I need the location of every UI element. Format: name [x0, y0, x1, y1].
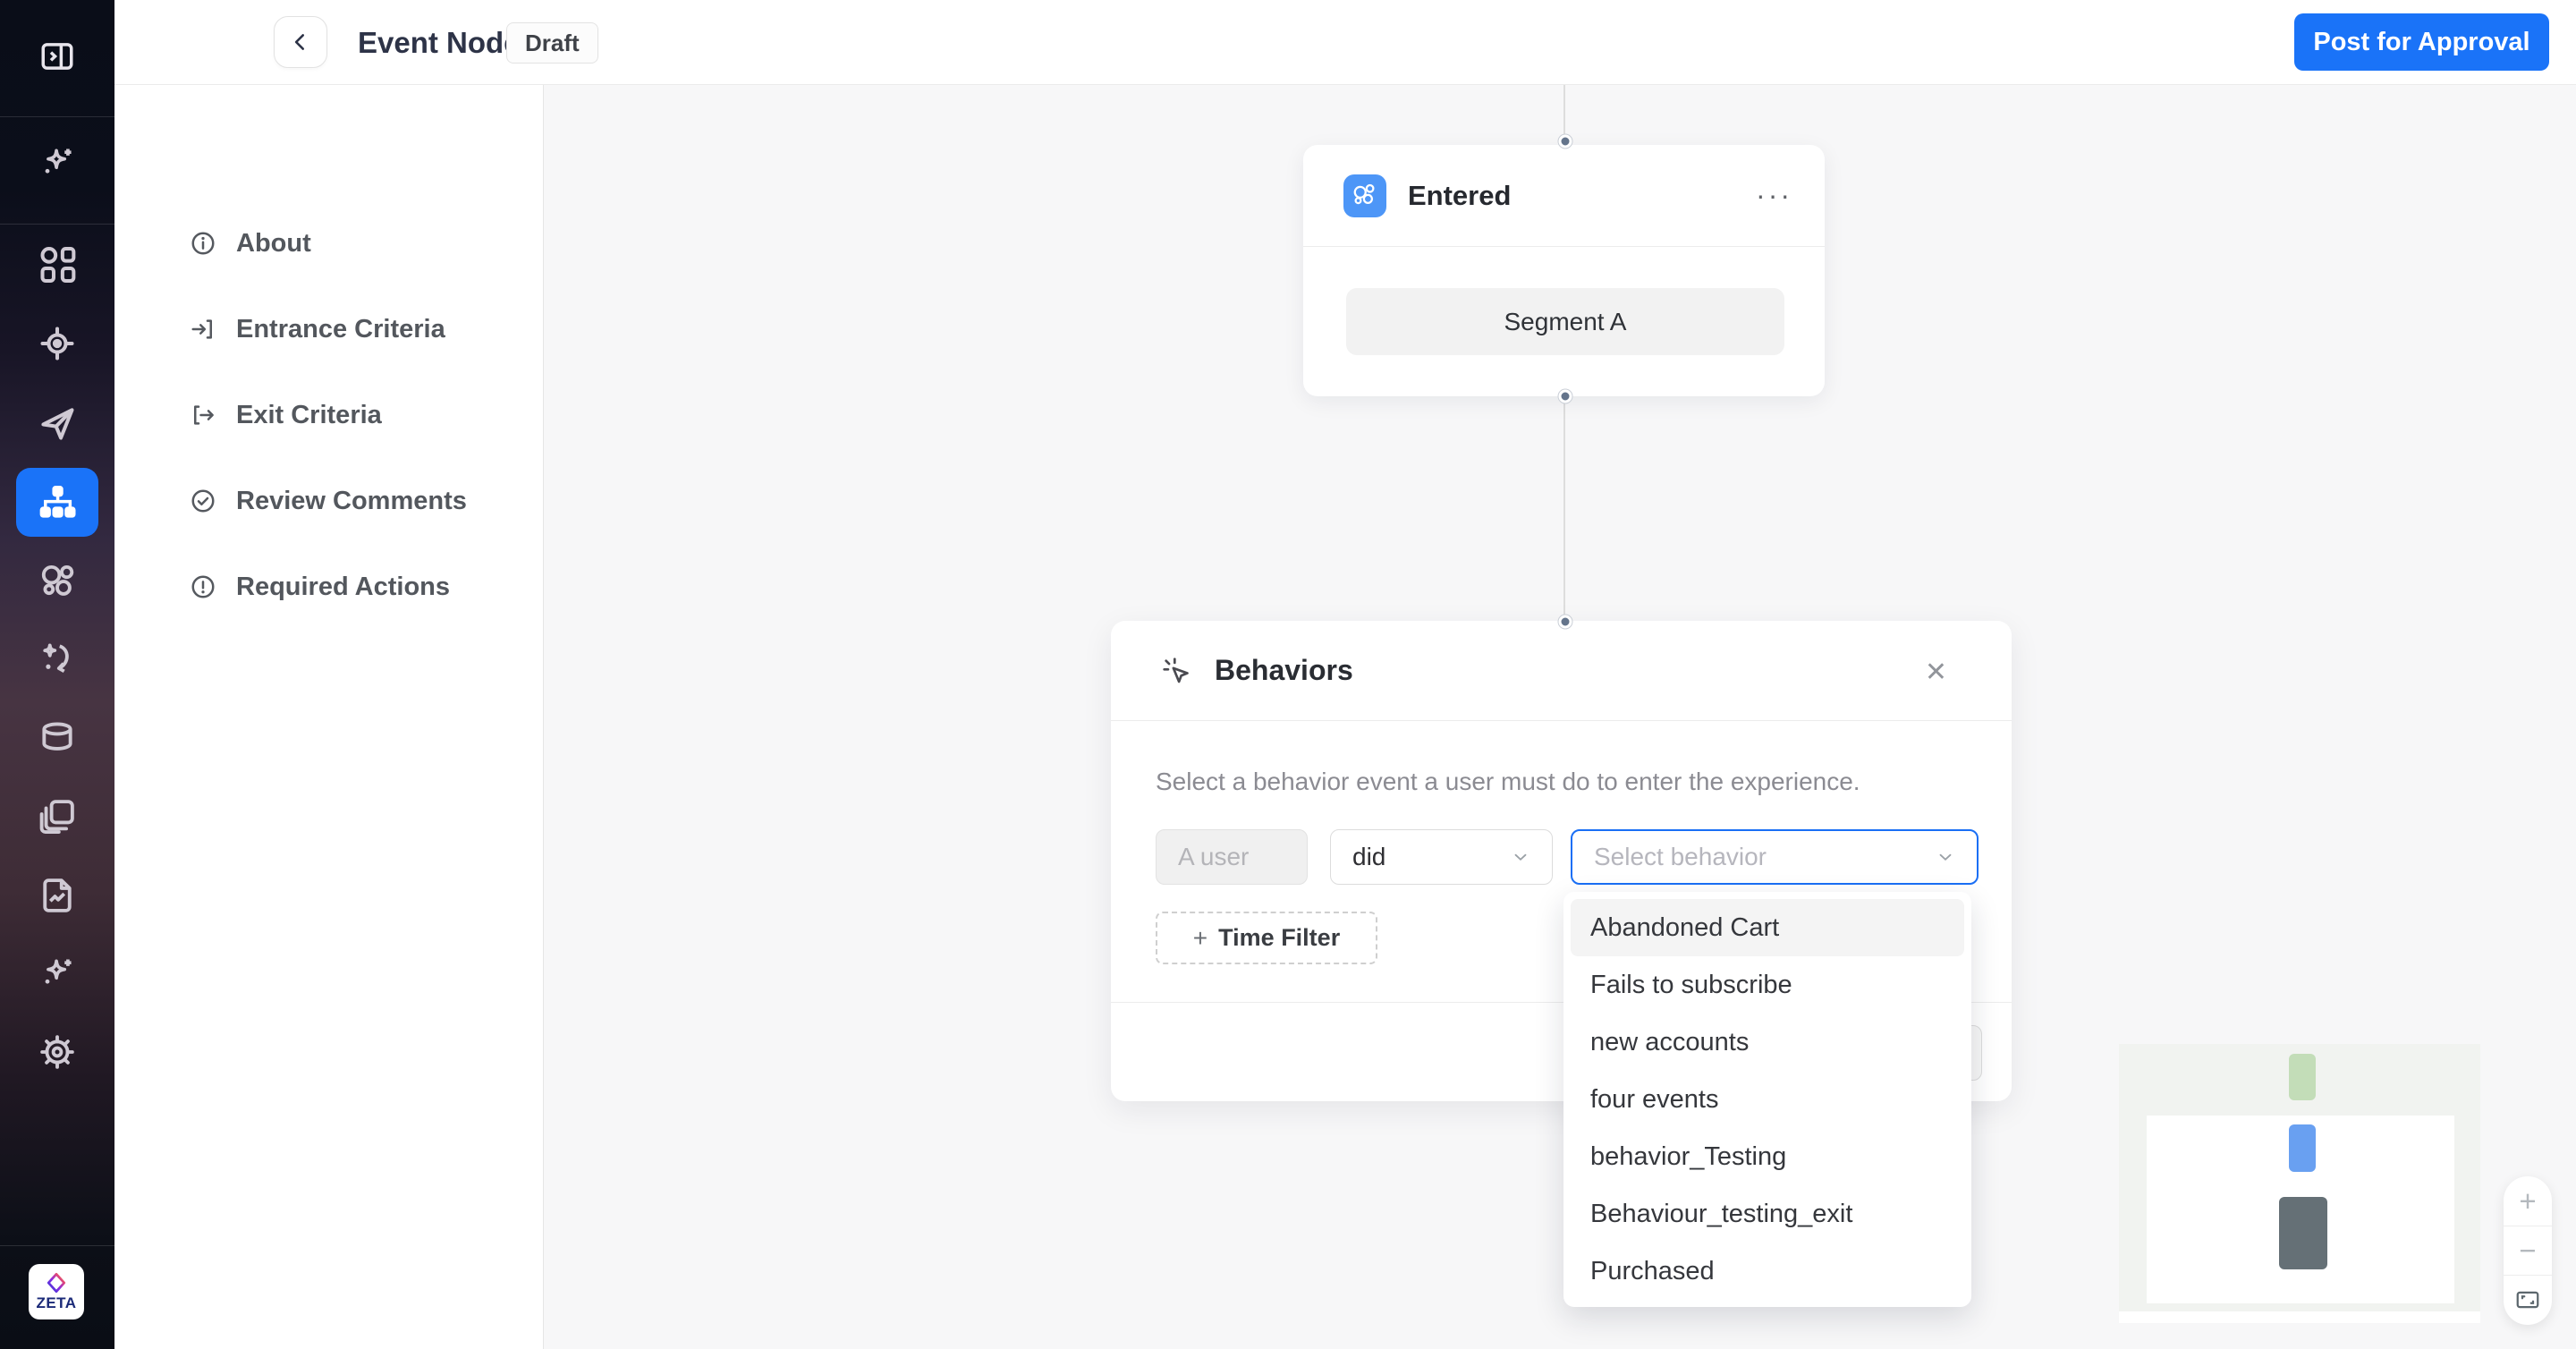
icon-sidebar: ZETA	[0, 0, 114, 1349]
time-filter-button[interactable]: + Time Filter	[1156, 912, 1377, 964]
chevron-down-icon	[1514, 853, 1527, 861]
journey-path-icon[interactable]	[37, 639, 78, 680]
zoom-out-button[interactable]: −	[2504, 1226, 2552, 1275]
top-bar: Event Node Draft Post for Approval	[114, 0, 2576, 85]
segments-node-icon	[1343, 174, 1386, 217]
connector-handle-bottom[interactable]	[1558, 389, 1572, 403]
exit-arrow-icon	[194, 405, 214, 425]
status-badge: Draft	[506, 22, 598, 64]
dropdown-option[interactable]: Fails to subscribe	[1563, 956, 1971, 1014]
entered-node-card[interactable]: Entered ··· Segment A	[1303, 145, 1825, 396]
verb-select-value: did	[1352, 843, 1386, 870]
dropdown-option[interactable]: Purchased	[1563, 1243, 1971, 1300]
panel-item-label: About	[236, 228, 311, 258]
ai-sparkle-icon[interactable]	[37, 143, 78, 184]
node-menu-ellipsis-icon[interactable]: ···	[1756, 179, 1792, 212]
node-title: Entered	[1408, 179, 1512, 211]
panel-item-exit-criteria[interactable]: Exit Criteria	[114, 388, 544, 442]
behavior-dropdown-list: Abandoned Cart Fails to subscribe new ac…	[1563, 892, 1971, 1307]
collapse-panel-icon[interactable]	[37, 36, 78, 77]
dashboard-grid-icon[interactable]	[37, 244, 78, 285]
settings-gear-icon[interactable]	[37, 1031, 78, 1073]
post-for-approval-button[interactable]: Post for Approval	[2294, 13, 2549, 71]
info-circle-icon	[191, 232, 215, 255]
panel-item-label: Entrance Criteria	[236, 314, 445, 344]
zoom-in-button[interactable]: +	[2504, 1176, 2552, 1226]
chevron-left-icon	[294, 34, 305, 50]
chevron-down-icon	[1939, 853, 1952, 861]
zeta-diamond-icon	[47, 1272, 66, 1293]
panel-item-label: Exit Criteria	[236, 400, 382, 429]
sidebar-divider	[0, 116, 114, 117]
zoom-controls: + −	[2504, 1176, 2552, 1325]
panel-item-required-actions[interactable]: Required Actions	[114, 560, 544, 614]
check-circle-icon	[191, 489, 215, 513]
panel-item-about[interactable]: About	[114, 216, 544, 270]
modal-description: Select a behavior event a user must do t…	[1156, 768, 1860, 795]
close-icon[interactable]: ✕	[1925, 657, 1947, 688]
minimap-strip	[2119, 1311, 2480, 1323]
page-title: Event Node	[358, 25, 521, 59]
dropdown-option[interactable]: Behaviour_testing_exit	[1563, 1185, 1971, 1243]
fit-view-icon	[2516, 1291, 2539, 1309]
zeta-logo[interactable]: ZETA	[29, 1264, 84, 1319]
minimap-node-green	[2289, 1054, 2316, 1100]
database-icon[interactable]	[37, 717, 78, 759]
zeta-logo-text: ZETA	[36, 1294, 77, 1311]
segment-chip[interactable]: Segment A	[1346, 288, 1784, 355]
time-filter-label: Time Filter	[1218, 924, 1341, 951]
minimap[interactable]	[2119, 1044, 2480, 1323]
connector-handle-modal[interactable]	[1558, 615, 1572, 629]
panel-item-review-comments[interactable]: Review Comments	[114, 474, 544, 528]
subject-input-disabled: A user	[1156, 829, 1308, 885]
journey-canvas[interactable]: Entered ··· Segment A Behaviors ✕ Select…	[544, 85, 2576, 1349]
copies-layers-icon[interactable]	[37, 796, 78, 837]
dropdown-option[interactable]: behavior_Testing	[1563, 1128, 1971, 1185]
back-button[interactable]	[274, 16, 327, 68]
node-settings-panel: About Entrance Criteria Exit Criteria Re…	[114, 85, 544, 1349]
behavior-cursor-icon	[1163, 657, 1189, 683]
dropdown-option[interactable]: Abandoned Cart	[1571, 899, 1964, 956]
sidebar-divider	[0, 1245, 114, 1246]
zoom-fit-button[interactable]	[2504, 1275, 2552, 1324]
sidebar-item-journey-active[interactable]	[16, 468, 98, 537]
dropdown-option[interactable]: new accounts	[1563, 1014, 1971, 1071]
ai-sparkle-icon[interactable]	[37, 954, 78, 995]
dropdown-option[interactable]: four events	[1563, 1071, 1971, 1128]
send-plane-icon[interactable]	[37, 403, 78, 444]
report-document-icon[interactable]	[37, 875, 78, 916]
modal-header: Behaviors ✕	[1111, 621, 2012, 721]
modal-title: Behaviors	[1215, 654, 1353, 686]
panel-item-label: Review Comments	[236, 486, 467, 515]
behavior-select-placeholder: Select behavior	[1594, 843, 1767, 870]
panel-item-entrance-criteria[interactable]: Entrance Criteria	[114, 302, 544, 356]
node-header: Entered ···	[1303, 145, 1825, 247]
target-icon[interactable]	[37, 323, 78, 364]
minimap-node-blue	[2289, 1124, 2316, 1172]
behavior-select-focused[interactable]: Select behavior	[1571, 829, 1979, 885]
minimap-node-gray	[2279, 1197, 2327, 1269]
plus-icon: +	[1192, 923, 1208, 952]
orgchart-icon	[39, 485, 76, 518]
sidebar-divider	[0, 224, 114, 225]
segments-circles-icon[interactable]	[37, 561, 78, 602]
connector-handle-top[interactable]	[1558, 134, 1572, 148]
entrance-arrow-icon	[191, 319, 212, 339]
verb-select[interactable]: did	[1330, 829, 1553, 885]
alert-circle-icon	[191, 575, 215, 598]
panel-item-label: Required Actions	[236, 572, 451, 601]
